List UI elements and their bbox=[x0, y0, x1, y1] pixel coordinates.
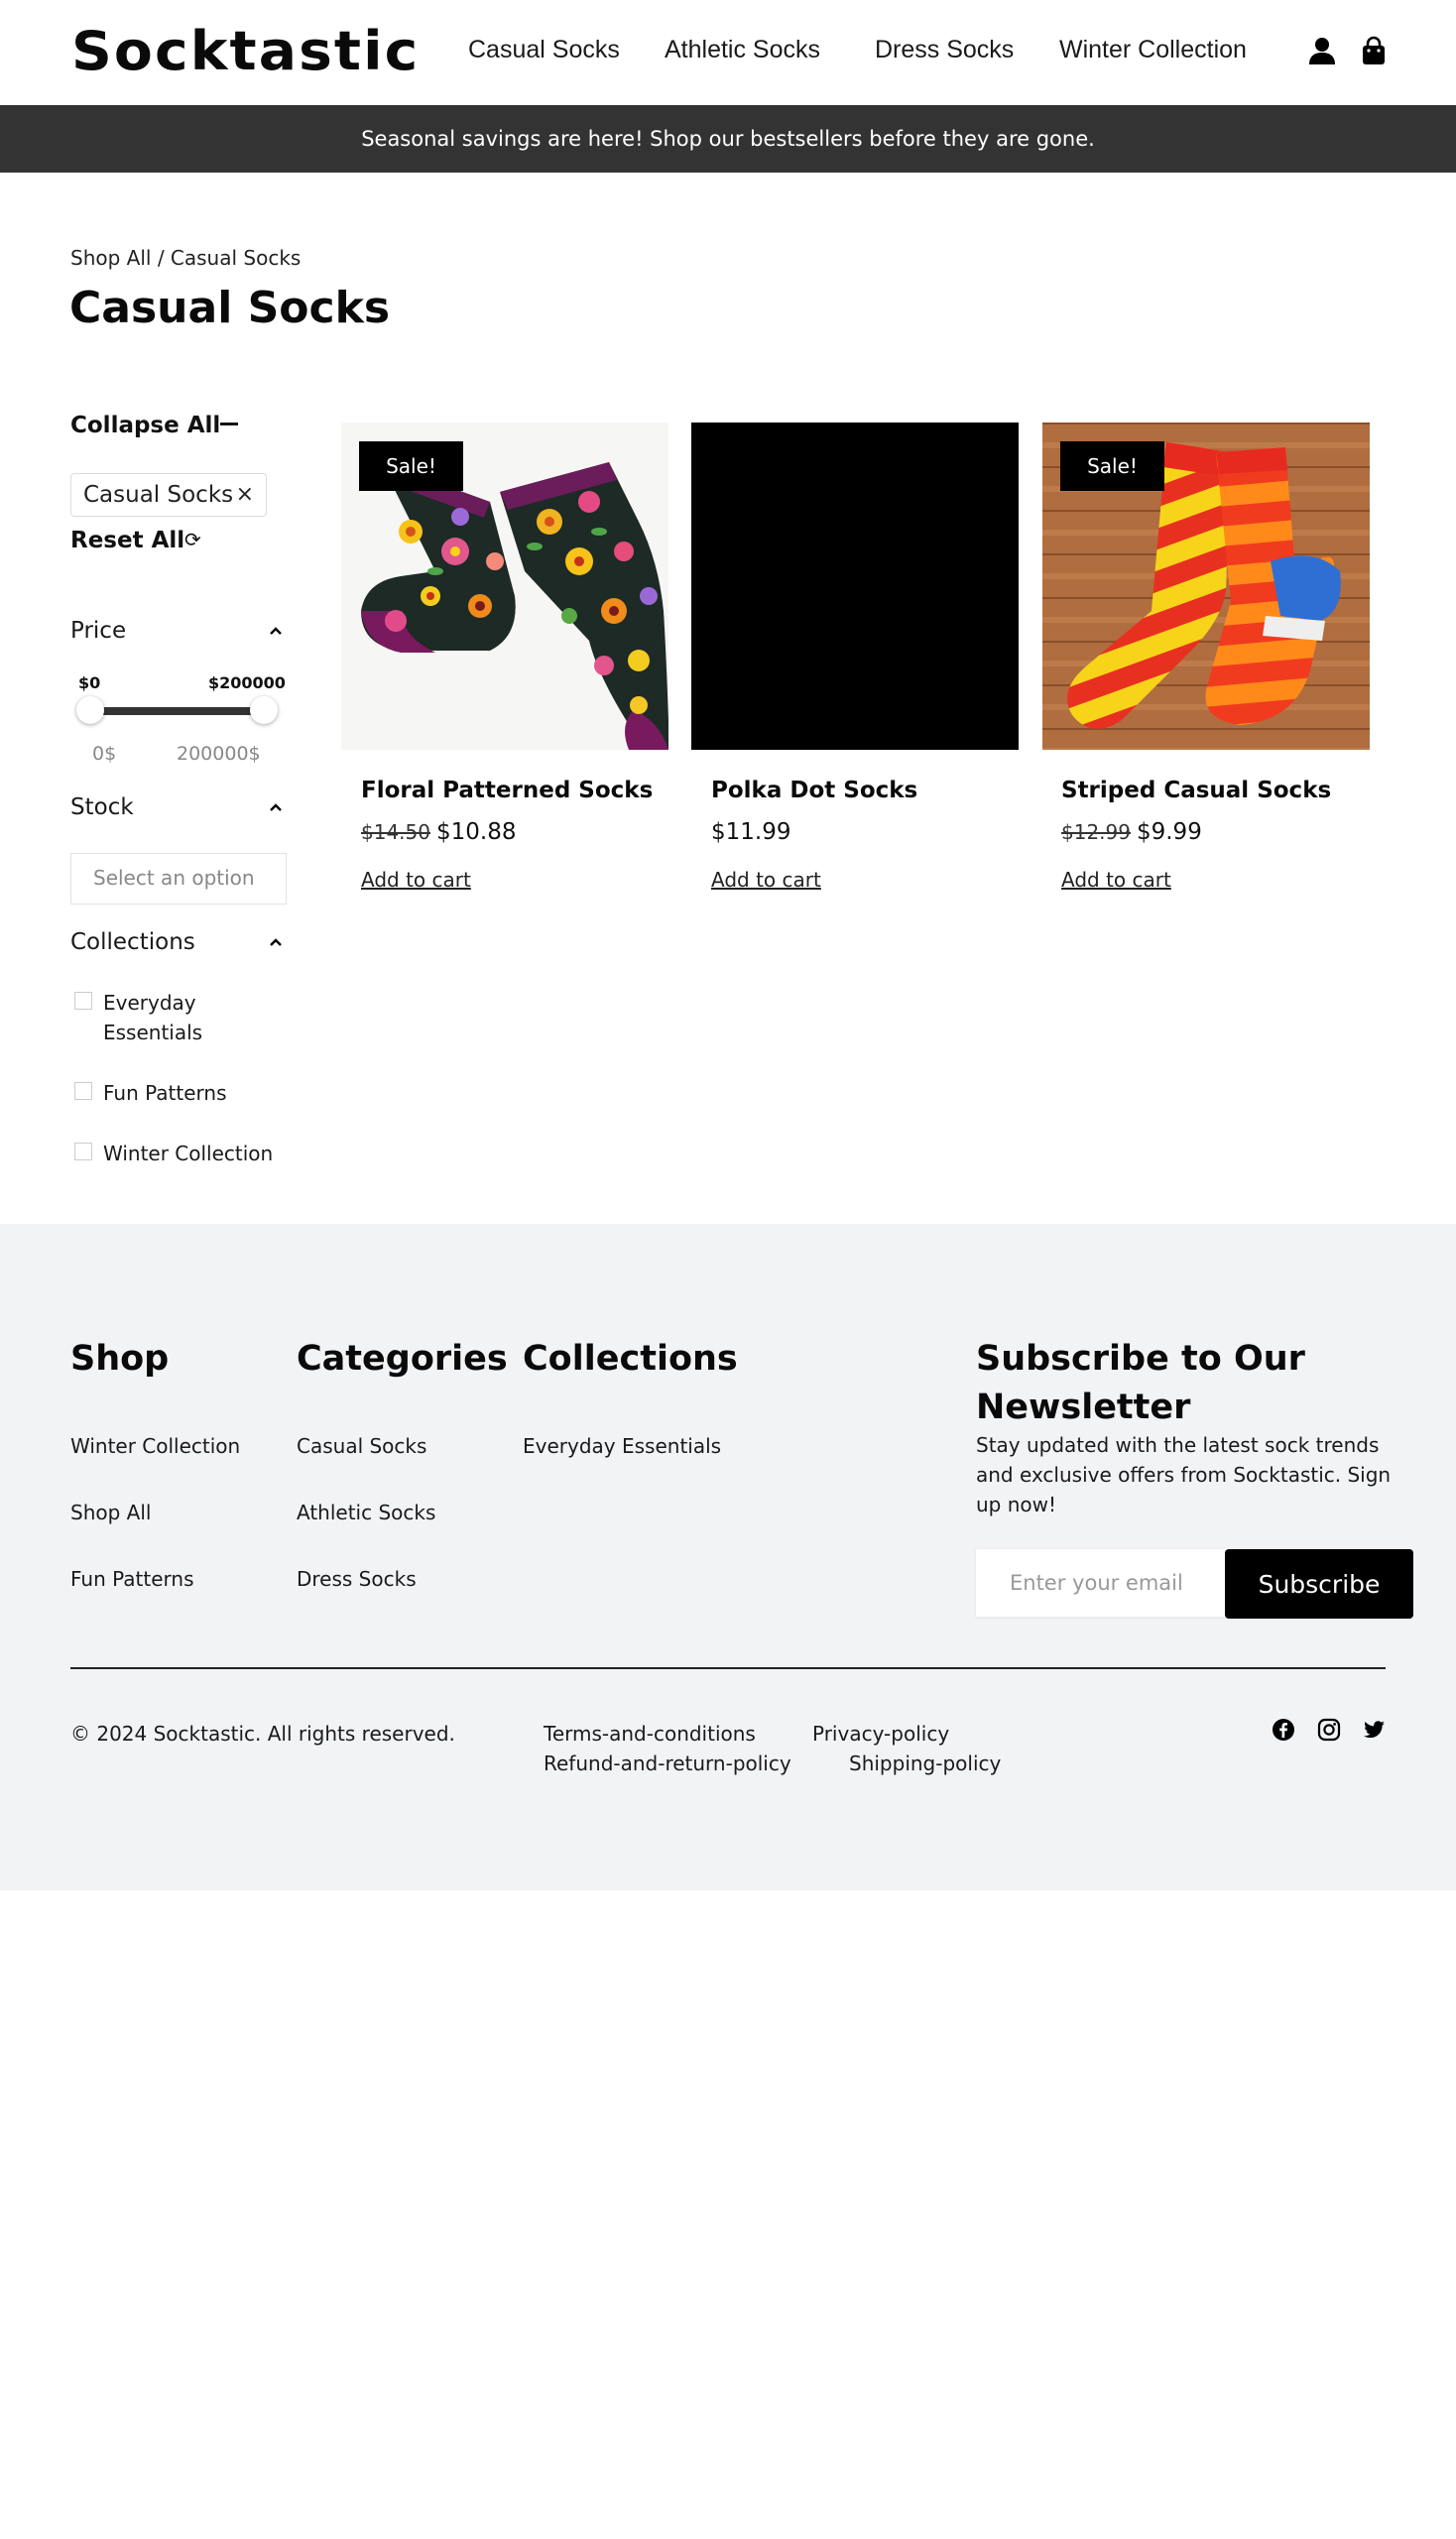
shopping-bag-icon[interactable] bbox=[1359, 36, 1389, 65]
copyright-text: © 2024 Socktastic. All rights reserved. bbox=[70, 1722, 455, 1746]
nav-dress-socks[interactable]: Dress Socks bbox=[875, 36, 1014, 64]
promo-banner-text: Seasonal savings are here! Shop our best… bbox=[361, 127, 1095, 151]
chevron-up-icon[interactable] bbox=[270, 938, 282, 946]
price-min-label: $0 bbox=[78, 673, 101, 692]
active-filter-chip[interactable]: Casual Socks × bbox=[70, 473, 267, 517]
legal-link-privacy[interactable]: Privacy-policy bbox=[812, 1722, 949, 1746]
chevron-up-icon[interactable] bbox=[270, 627, 282, 635]
product-name[interactable]: Polka Dot Socks bbox=[711, 778, 917, 803]
price-min-value: 0$ bbox=[92, 743, 117, 765]
sale-price: $9.99 bbox=[1136, 819, 1202, 845]
sale-price: $10.88 bbox=[435, 819, 517, 845]
checkbox-label: Everyday Essentials bbox=[103, 991, 203, 1044]
sale-price: $11.99 bbox=[711, 819, 791, 845]
product-price: $12.99 $9.99 bbox=[1061, 819, 1202, 845]
add-to-cart-button[interactable]: Add to cart bbox=[711, 868, 821, 892]
newsletter-heading-line: Subscribe to Our bbox=[976, 1339, 1305, 1379]
twitter-icon[interactable] bbox=[1362, 1718, 1386, 1742]
footer-categories-heading: Categories bbox=[297, 1339, 508, 1379]
collapse-all-button[interactable]: Collapse All bbox=[70, 413, 220, 438]
newsletter-description: Stay updated with the latest sock trends… bbox=[976, 1433, 1392, 1516]
instagram-icon[interactable] bbox=[1317, 1718, 1341, 1742]
page-title: Casual Socks bbox=[69, 283, 391, 333]
price-slider-track[interactable] bbox=[89, 707, 264, 715]
site-logo[interactable]: Socktastic bbox=[71, 20, 420, 82]
chevron-up-icon[interactable] bbox=[270, 803, 282, 811]
nav-casual-socks[interactable]: Casual Socks bbox=[468, 36, 620, 64]
footer-link[interactable]: Casual Socks bbox=[297, 1434, 426, 1458]
newsletter-heading: Subscribe to Our Newsletter bbox=[976, 1335, 1305, 1432]
product-price: $11.99 bbox=[711, 819, 790, 845]
facebook-icon[interactable] bbox=[1272, 1718, 1295, 1742]
product-image-polka-dot-socks[interactable] bbox=[691, 423, 1019, 750]
footer-divider bbox=[70, 1667, 1386, 1669]
add-to-cart-button[interactable]: Add to cart bbox=[1061, 868, 1171, 892]
nav-athletic-socks[interactable]: Athletic Socks bbox=[665, 36, 820, 64]
checkbox-label: Fun Patterns bbox=[103, 1081, 227, 1105]
newsletter-heading-line: Newsletter bbox=[976, 1388, 1191, 1427]
checkbox[interactable] bbox=[74, 992, 92, 1010]
sale-badge: Sale! bbox=[359, 441, 463, 491]
footer-link[interactable]: Shop All bbox=[70, 1501, 151, 1524]
legal-link-refund[interactable]: Refund-and-return-policy bbox=[544, 1752, 791, 1775]
price-max-value: 200000$ bbox=[177, 743, 261, 765]
price-filter-heading[interactable]: Price bbox=[70, 618, 126, 644]
active-filter-label: Casual Socks bbox=[83, 482, 234, 508]
refresh-icon[interactable]: ⟳ bbox=[184, 528, 201, 551]
stock-filter-heading[interactable]: Stock bbox=[70, 794, 134, 820]
footer-link[interactable]: Winter Collection bbox=[70, 1434, 240, 1458]
product-name[interactable]: Striped Casual Socks bbox=[1061, 778, 1331, 803]
legal-link-shipping[interactable]: Shipping-policy bbox=[849, 1752, 1001, 1775]
footer-link[interactable]: Athletic Socks bbox=[297, 1501, 435, 1524]
collections-filter-heading[interactable]: Collections bbox=[70, 929, 195, 955]
add-to-cart-button[interactable]: Add to cart bbox=[361, 868, 471, 892]
site-header: Socktastic Casual Socks Athletic Socks D… bbox=[0, 0, 1456, 105]
legal-link-terms[interactable]: Terms-and-conditions bbox=[544, 1722, 756, 1746]
reset-all-button[interactable]: Reset All bbox=[70, 528, 184, 553]
subscribe-button[interactable]: Subscribe bbox=[1225, 1549, 1413, 1619]
price-slider-max-handle[interactable] bbox=[250, 696, 278, 724]
newsletter-email-input[interactable] bbox=[976, 1549, 1226, 1617]
footer-link[interactable]: Dress Socks bbox=[297, 1567, 417, 1591]
price-max-label: $200000 bbox=[208, 673, 286, 692]
original-price: $12.99 bbox=[1061, 820, 1131, 844]
product-name[interactable]: Floral Patterned Socks bbox=[361, 778, 653, 803]
product-price: $14.50 $10.88 bbox=[361, 819, 516, 845]
checkbox[interactable] bbox=[74, 1143, 92, 1160]
footer-link[interactable]: Fun Patterns bbox=[70, 1567, 194, 1591]
checkbox[interactable] bbox=[74, 1082, 92, 1100]
sale-badge: Sale! bbox=[1060, 441, 1164, 491]
promo-banner: Seasonal savings are here! Shop our best… bbox=[0, 105, 1456, 173]
stock-select[interactable]: Select an option bbox=[70, 853, 287, 905]
footer-link[interactable]: Everyday Essentials bbox=[523, 1434, 721, 1458]
footer-collections-heading: Collections bbox=[523, 1339, 738, 1379]
breadcrumb[interactable]: Shop All / Casual Socks bbox=[70, 246, 301, 270]
minus-icon[interactable] bbox=[220, 423, 238, 425]
nav-winter-collection[interactable]: Winter Collection bbox=[1059, 36, 1247, 64]
account-icon[interactable] bbox=[1307, 36, 1337, 65]
close-icon[interactable]: × bbox=[236, 482, 254, 507]
footer-shop-heading: Shop bbox=[70, 1339, 170, 1379]
price-slider-min-handle[interactable] bbox=[76, 696, 104, 724]
original-price: $14.50 bbox=[361, 820, 430, 844]
checkbox-label: Winter Collection bbox=[103, 1142, 274, 1165]
